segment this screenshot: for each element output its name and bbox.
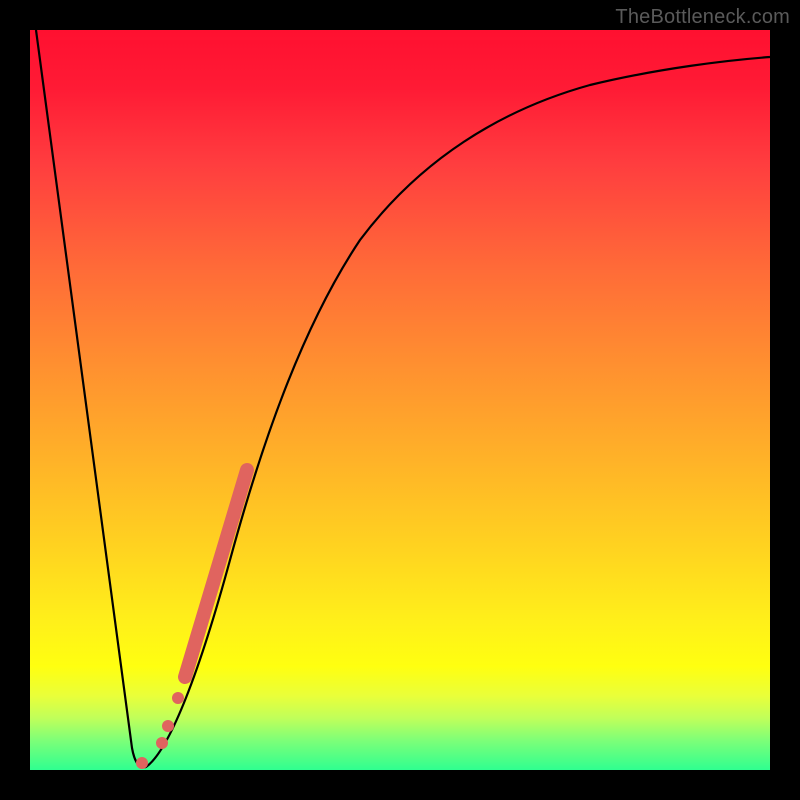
highlight-segment: [185, 470, 247, 677]
chart-svg: [30, 30, 770, 770]
watermark-text: TheBottleneck.com: [615, 6, 790, 29]
highlight-dot: [156, 737, 168, 749]
plot-area: [30, 30, 770, 770]
chart-frame: TheBottleneck.com: [0, 0, 800, 800]
main-curve: [36, 30, 770, 767]
highlight-dot: [136, 757, 148, 769]
highlight-dot: [162, 720, 174, 732]
highlight-dot: [172, 692, 184, 704]
